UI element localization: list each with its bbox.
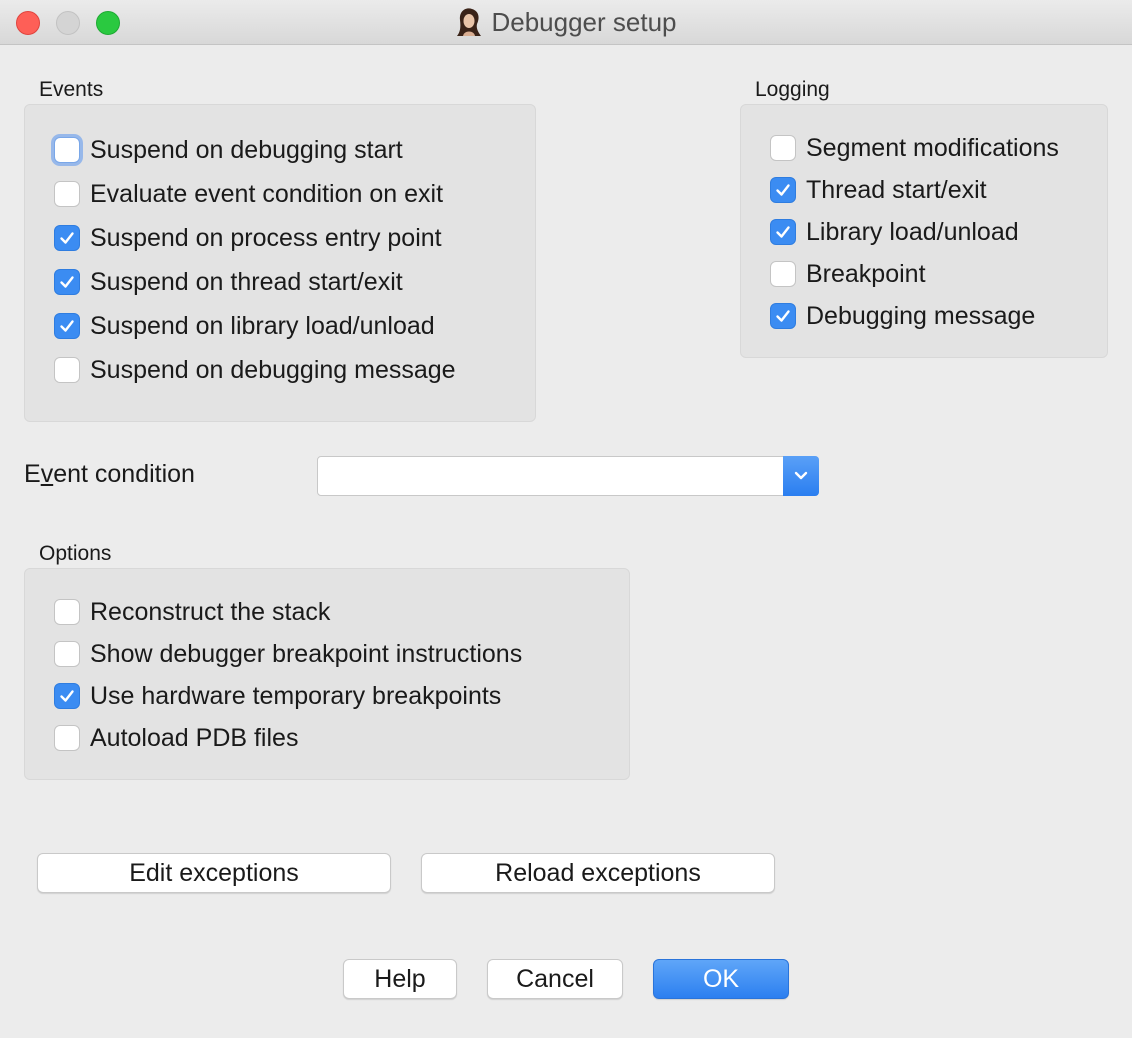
app-portrait-icon bbox=[455, 6, 483, 38]
checkbox-box[interactable] bbox=[54, 641, 80, 667]
checkbox-label: Evaluate event condition on exit bbox=[90, 179, 444, 208]
checkbox-box[interactable] bbox=[770, 219, 796, 245]
checkbox-label: Autoload PDB files bbox=[90, 723, 299, 752]
checkbox-label: Reconstruct the stack bbox=[90, 597, 331, 626]
help-button[interactable]: Help bbox=[343, 959, 457, 999]
checkbox-box[interactable] bbox=[54, 181, 80, 207]
checkbox-box[interactable] bbox=[54, 137, 80, 163]
edit-exceptions-button[interactable]: Edit exceptions bbox=[37, 853, 391, 893]
checkbox-label: Segment modifications bbox=[806, 133, 1059, 162]
checkbox-box[interactable] bbox=[54, 725, 80, 751]
options-checkbox-use-hardware-temporary-breakpoints[interactable]: Use hardware temporary breakpoints bbox=[54, 679, 501, 713]
checkbox-box[interactable] bbox=[54, 313, 80, 339]
event-condition-dropdown-button[interactable] bbox=[783, 456, 819, 496]
checkbox-label: Suspend on process entry point bbox=[90, 223, 442, 252]
window-title: Debugger setup bbox=[491, 6, 677, 37]
checkmark-icon bbox=[776, 184, 790, 196]
checkbox-label: Breakpoint bbox=[806, 259, 926, 288]
checkbox-box[interactable] bbox=[770, 177, 796, 203]
checkbox-label: Debugging message bbox=[806, 301, 1036, 330]
options-checkbox-autoload-pdb-files[interactable]: Autoload PDB files bbox=[54, 721, 298, 755]
events-checkbox-suspend-on-thread-start-exit[interactable]: Suspend on thread start/exit bbox=[54, 265, 403, 299]
checkbox-box[interactable] bbox=[54, 599, 80, 625]
checkmark-icon bbox=[776, 310, 790, 322]
events-checkbox-suspend-on-process-entry-point[interactable]: Suspend on process entry point bbox=[54, 221, 442, 255]
ok-button[interactable]: OK bbox=[653, 959, 789, 999]
logging-checkbox-breakpoint[interactable]: Breakpoint bbox=[770, 257, 926, 291]
checkmark-icon bbox=[60, 690, 74, 702]
checkmark-icon bbox=[60, 232, 74, 244]
event-condition-label-rest: ent condition bbox=[53, 460, 195, 488]
logging-checkbox-debugging-message[interactable]: Debugging message bbox=[770, 299, 1035, 333]
checkbox-box[interactable] bbox=[54, 357, 80, 383]
checkbox-label: Suspend on library load/unload bbox=[90, 311, 435, 340]
checkbox-box[interactable] bbox=[54, 683, 80, 709]
event-condition-combobox[interactable] bbox=[317, 456, 819, 496]
logging-checkbox-thread-start-exit[interactable]: Thread start/exit bbox=[770, 173, 987, 207]
checkbox-label: Library load/unload bbox=[806, 217, 1019, 246]
event-condition-label-start: E bbox=[24, 460, 41, 488]
checkbox-box[interactable] bbox=[54, 225, 80, 251]
checkmark-icon bbox=[776, 226, 790, 238]
checkbox-box[interactable] bbox=[770, 261, 796, 287]
logging-group-label: Logging bbox=[755, 78, 830, 101]
title-wrap: Debugger setup bbox=[0, 0, 1132, 44]
checkbox-box[interactable] bbox=[54, 269, 80, 295]
event-condition-mnemonic: v bbox=[40, 460, 54, 488]
checkbox-label: Suspend on thread start/exit bbox=[90, 267, 403, 296]
cancel-button[interactable]: Cancel bbox=[487, 959, 623, 999]
options-checkbox-show-debugger-breakpoint-instructions[interactable]: Show debugger breakpoint instructions bbox=[54, 637, 522, 671]
checkbox-box[interactable] bbox=[770, 303, 796, 329]
checkmark-icon bbox=[60, 276, 74, 288]
events-checkbox-suspend-on-debugging-start[interactable]: Suspend on debugging start bbox=[54, 133, 403, 167]
checkmark-icon bbox=[60, 320, 74, 332]
events-checkbox-suspend-on-library-load-unload[interactable]: Suspend on library load/unload bbox=[54, 309, 435, 343]
options-checkbox-reconstruct-the-stack[interactable]: Reconstruct the stack bbox=[54, 595, 330, 629]
event-condition-label: Event condition bbox=[24, 460, 195, 489]
checkbox-label: Show debugger breakpoint instructions bbox=[90, 639, 523, 668]
events-checkbox-evaluate-event-condition-on-exit[interactable]: Evaluate event condition on exit bbox=[54, 177, 443, 211]
checkbox-label: Use hardware temporary breakpoints bbox=[90, 681, 502, 710]
debugger-setup-window: Debugger setup Events Suspend on debuggi… bbox=[0, 0, 1132, 1038]
events-group-label: Events bbox=[39, 78, 104, 101]
checkbox-label: Suspend on debugging message bbox=[90, 355, 456, 384]
title-bar: Debugger setup bbox=[0, 0, 1132, 45]
options-group-label: Options bbox=[39, 542, 112, 565]
logging-checkbox-segment-modifications[interactable]: Segment modifications bbox=[770, 131, 1059, 165]
logging-checkbox-library-load-unload[interactable]: Library load/unload bbox=[770, 215, 1019, 249]
chevron-down-icon bbox=[794, 471, 808, 480]
checkbox-label: Suspend on debugging start bbox=[90, 135, 403, 164]
reload-exceptions-button[interactable]: Reload exceptions bbox=[421, 853, 775, 893]
checkbox-label: Thread start/exit bbox=[806, 175, 987, 204]
events-checkbox-suspend-on-debugging-message[interactable]: Suspend on debugging message bbox=[54, 353, 456, 387]
checkbox-box[interactable] bbox=[770, 135, 796, 161]
